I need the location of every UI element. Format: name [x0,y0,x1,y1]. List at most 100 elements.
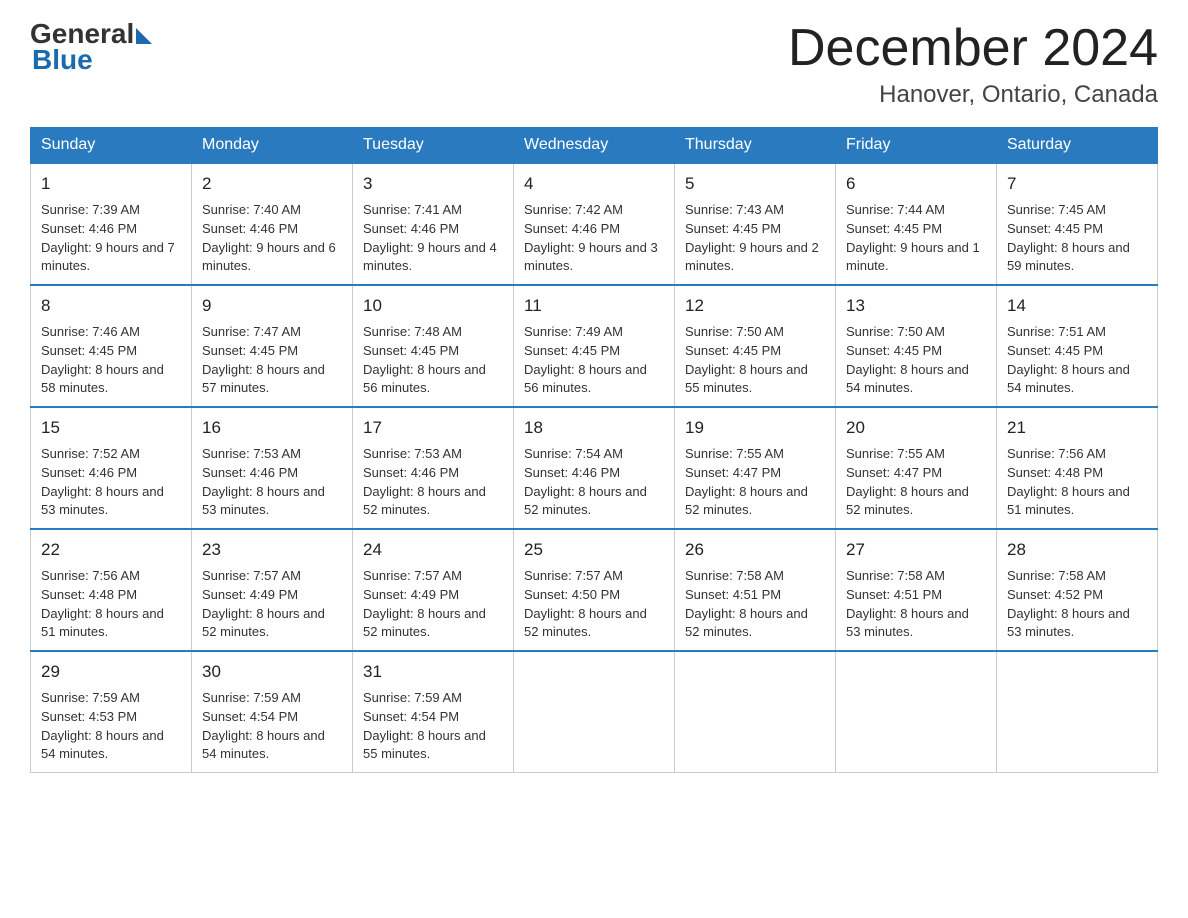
month-year: December 2024 [788,20,1158,77]
day-cell-9: 9 Sunrise: 7:47 AMSunset: 4:45 PMDaylight… [192,285,353,407]
day-number: 28 [1007,538,1147,563]
day-cell-23: 23 Sunrise: 7:57 AMSunset: 4:49 PMDayligh… [192,529,353,651]
day-number: 4 [524,172,664,197]
day-cell-3: 3Sunrise: 7:41 AMSunset: 4:46 PMDaylight… [353,163,514,285]
calendar-body: 1 Sunrise: 7:39 AMSunset: 4:46 PMDaylight… [31,163,1158,773]
day-info: Sunrise: 7:58 AMSunset: 4:51 PMDaylight:… [846,567,986,642]
day-cell-14: 14 Sunrise: 7:51 AMSunset: 4:45 PMDayligh… [997,285,1158,407]
day-cell-21: 21 Sunrise: 7:56 AMSunset: 4:48 PMDayligh… [997,407,1158,529]
day-number: 1 [41,172,181,197]
day-info: Sunrise: 7:42 AMSunset: 4:46 PMDaylight:… [524,201,664,276]
day-number: 7 [1007,172,1147,197]
col-header-friday: Friday [836,128,997,164]
day-cell-26: 26 Sunrise: 7:58 AMSunset: 4:51 PMDayligh… [675,529,836,651]
day-cell-8: 8 Sunrise: 7:46 AMSunset: 4:45 PMDaylight… [31,285,192,407]
day-info: Sunrise: 7:40 AMSunset: 4:46 PMDaylight:… [202,201,342,276]
day-cell-25: 25 Sunrise: 7:57 AMSunset: 4:50 PMDayligh… [514,529,675,651]
col-header-wednesday: Wednesday [514,128,675,164]
location: Hanover, Ontario, Canada [788,81,1158,109]
week-row-3: 15 Sunrise: 7:52 AMSunset: 4:46 PMDayligh… [31,407,1158,529]
day-info: Sunrise: 7:53 AMSunset: 4:46 PMDaylight:… [202,445,342,520]
logo: General Blue [30,20,152,76]
day-cell-27: 27 Sunrise: 7:58 AMSunset: 4:51 PMDayligh… [836,529,997,651]
day-number: 3 [363,172,503,197]
day-info: Sunrise: 7:57 AMSunset: 4:50 PMDaylight:… [524,567,664,642]
day-number: 19 [685,416,825,441]
day-info: Sunrise: 7:39 AMSunset: 4:46 PMDaylight:… [41,201,181,276]
day-number: 24 [363,538,503,563]
calendar-header: SundayMondayTuesdayWednesdayThursdayFrid… [31,128,1158,164]
day-cell-11: 11 Sunrise: 7:49 AMSunset: 4:45 PMDayligh… [514,285,675,407]
day-info: Sunrise: 7:45 AMSunset: 4:45 PMDaylight:… [1007,201,1147,276]
day-number: 12 [685,294,825,319]
empty-cell [675,651,836,773]
day-number: 17 [363,416,503,441]
day-info: Sunrise: 7:48 AMSunset: 4:45 PMDaylight:… [363,323,503,398]
day-number: 10 [363,294,503,319]
day-cell-4: 4 Sunrise: 7:42 AMSunset: 4:46 PMDaylight… [514,163,675,285]
day-cell-15: 15 Sunrise: 7:52 AMSunset: 4:46 PMDayligh… [31,407,192,529]
day-cell-5: 5 Sunrise: 7:43 AMSunset: 4:45 PMDaylight… [675,163,836,285]
day-info: Sunrise: 7:52 AMSunset: 4:46 PMDaylight:… [41,445,181,520]
week-row-4: 22Sunrise: 7:56 AMSunset: 4:48 PMDayligh… [31,529,1158,651]
day-info: Sunrise: 7:53 AMSunset: 4:46 PMDaylight:… [363,445,503,520]
day-cell-12: 12 Sunrise: 7:50 AMSunset: 4:45 PMDayligh… [675,285,836,407]
day-number: 21 [1007,416,1147,441]
day-cell-20: 20Sunrise: 7:55 AMSunset: 4:47 PMDayligh… [836,407,997,529]
day-number: 15 [41,416,181,441]
empty-cell [997,651,1158,773]
day-info: Sunrise: 7:55 AMSunset: 4:47 PMDaylight:… [685,445,825,520]
day-number: 6 [846,172,986,197]
day-info: Sunrise: 7:59 AMSunset: 4:54 PMDaylight:… [363,689,503,764]
day-cell-19: 19 Sunrise: 7:55 AMSunset: 4:47 PMDayligh… [675,407,836,529]
day-info: Sunrise: 7:58 AMSunset: 4:51 PMDaylight:… [685,567,825,642]
day-info: Sunrise: 7:57 AMSunset: 4:49 PMDaylight:… [202,567,342,642]
day-info: Sunrise: 7:56 AMSunset: 4:48 PMDaylight:… [1007,445,1147,520]
day-info: Sunrise: 7:58 AMSunset: 4:52 PMDaylight:… [1007,567,1147,642]
day-cell-17: 17 Sunrise: 7:53 AMSunset: 4:46 PMDayligh… [353,407,514,529]
day-info: Sunrise: 7:46 AMSunset: 4:45 PMDaylight:… [41,323,181,398]
day-info: Sunrise: 7:59 AMSunset: 4:53 PMDaylight:… [41,689,181,764]
day-info: Sunrise: 7:49 AMSunset: 4:45 PMDaylight:… [524,323,664,398]
day-cell-6: 6 Sunrise: 7:44 AMSunset: 4:45 PMDaylight… [836,163,997,285]
day-number: 11 [524,294,664,319]
day-cell-30: 30 Sunrise: 7:59 AMSunset: 4:54 PMDayligh… [192,651,353,773]
day-number: 14 [1007,294,1147,319]
col-header-thursday: Thursday [675,128,836,164]
day-cell-24: 24 Sunrise: 7:57 AMSunset: 4:49 PMDayligh… [353,529,514,651]
empty-cell [514,651,675,773]
day-info: Sunrise: 7:50 AMSunset: 4:45 PMDaylight:… [685,323,825,398]
day-number: 18 [524,416,664,441]
logo-arrow-icon [136,28,152,44]
day-info: Sunrise: 7:54 AMSunset: 4:46 PMDaylight:… [524,445,664,520]
empty-cell [836,651,997,773]
col-header-tuesday: Tuesday [353,128,514,164]
day-number: 31 [363,660,503,685]
day-cell-10: 10 Sunrise: 7:48 AMSunset: 4:45 PMDayligh… [353,285,514,407]
day-number: 22 [41,538,181,563]
day-info: Sunrise: 7:43 AMSunset: 4:45 PMDaylight:… [685,201,825,276]
day-cell-29: 29Sunrise: 7:59 AMSunset: 4:53 PMDayligh… [31,651,192,773]
day-cell-13: 13Sunrise: 7:50 AMSunset: 4:45 PMDayligh… [836,285,997,407]
day-number: 8 [41,294,181,319]
day-number: 30 [202,660,342,685]
day-number: 25 [524,538,664,563]
day-cell-2: 2Sunrise: 7:40 AMSunset: 4:46 PMDaylight… [192,163,353,285]
day-number: 16 [202,416,342,441]
day-info: Sunrise: 7:44 AMSunset: 4:45 PMDaylight:… [846,201,986,276]
header-row: SundayMondayTuesdayWednesdayThursdayFrid… [31,128,1158,164]
day-info: Sunrise: 7:59 AMSunset: 4:54 PMDaylight:… [202,689,342,764]
day-number: 5 [685,172,825,197]
day-info: Sunrise: 7:51 AMSunset: 4:45 PMDaylight:… [1007,323,1147,398]
day-info: Sunrise: 7:47 AMSunset: 4:45 PMDaylight:… [202,323,342,398]
day-number: 27 [846,538,986,563]
day-number: 9 [202,294,342,319]
day-info: Sunrise: 7:55 AMSunset: 4:47 PMDaylight:… [846,445,986,520]
day-info: Sunrise: 7:57 AMSunset: 4:49 PMDaylight:… [363,567,503,642]
day-cell-18: 18 Sunrise: 7:54 AMSunset: 4:46 PMDayligh… [514,407,675,529]
day-cell-31: 31 Sunrise: 7:59 AMSunset: 4:54 PMDayligh… [353,651,514,773]
day-cell-28: 28 Sunrise: 7:58 AMSunset: 4:52 PMDayligh… [997,529,1158,651]
day-number: 23 [202,538,342,563]
day-number: 26 [685,538,825,563]
page-header: General Blue December 2024 Hanover, Onta… [30,20,1158,109]
